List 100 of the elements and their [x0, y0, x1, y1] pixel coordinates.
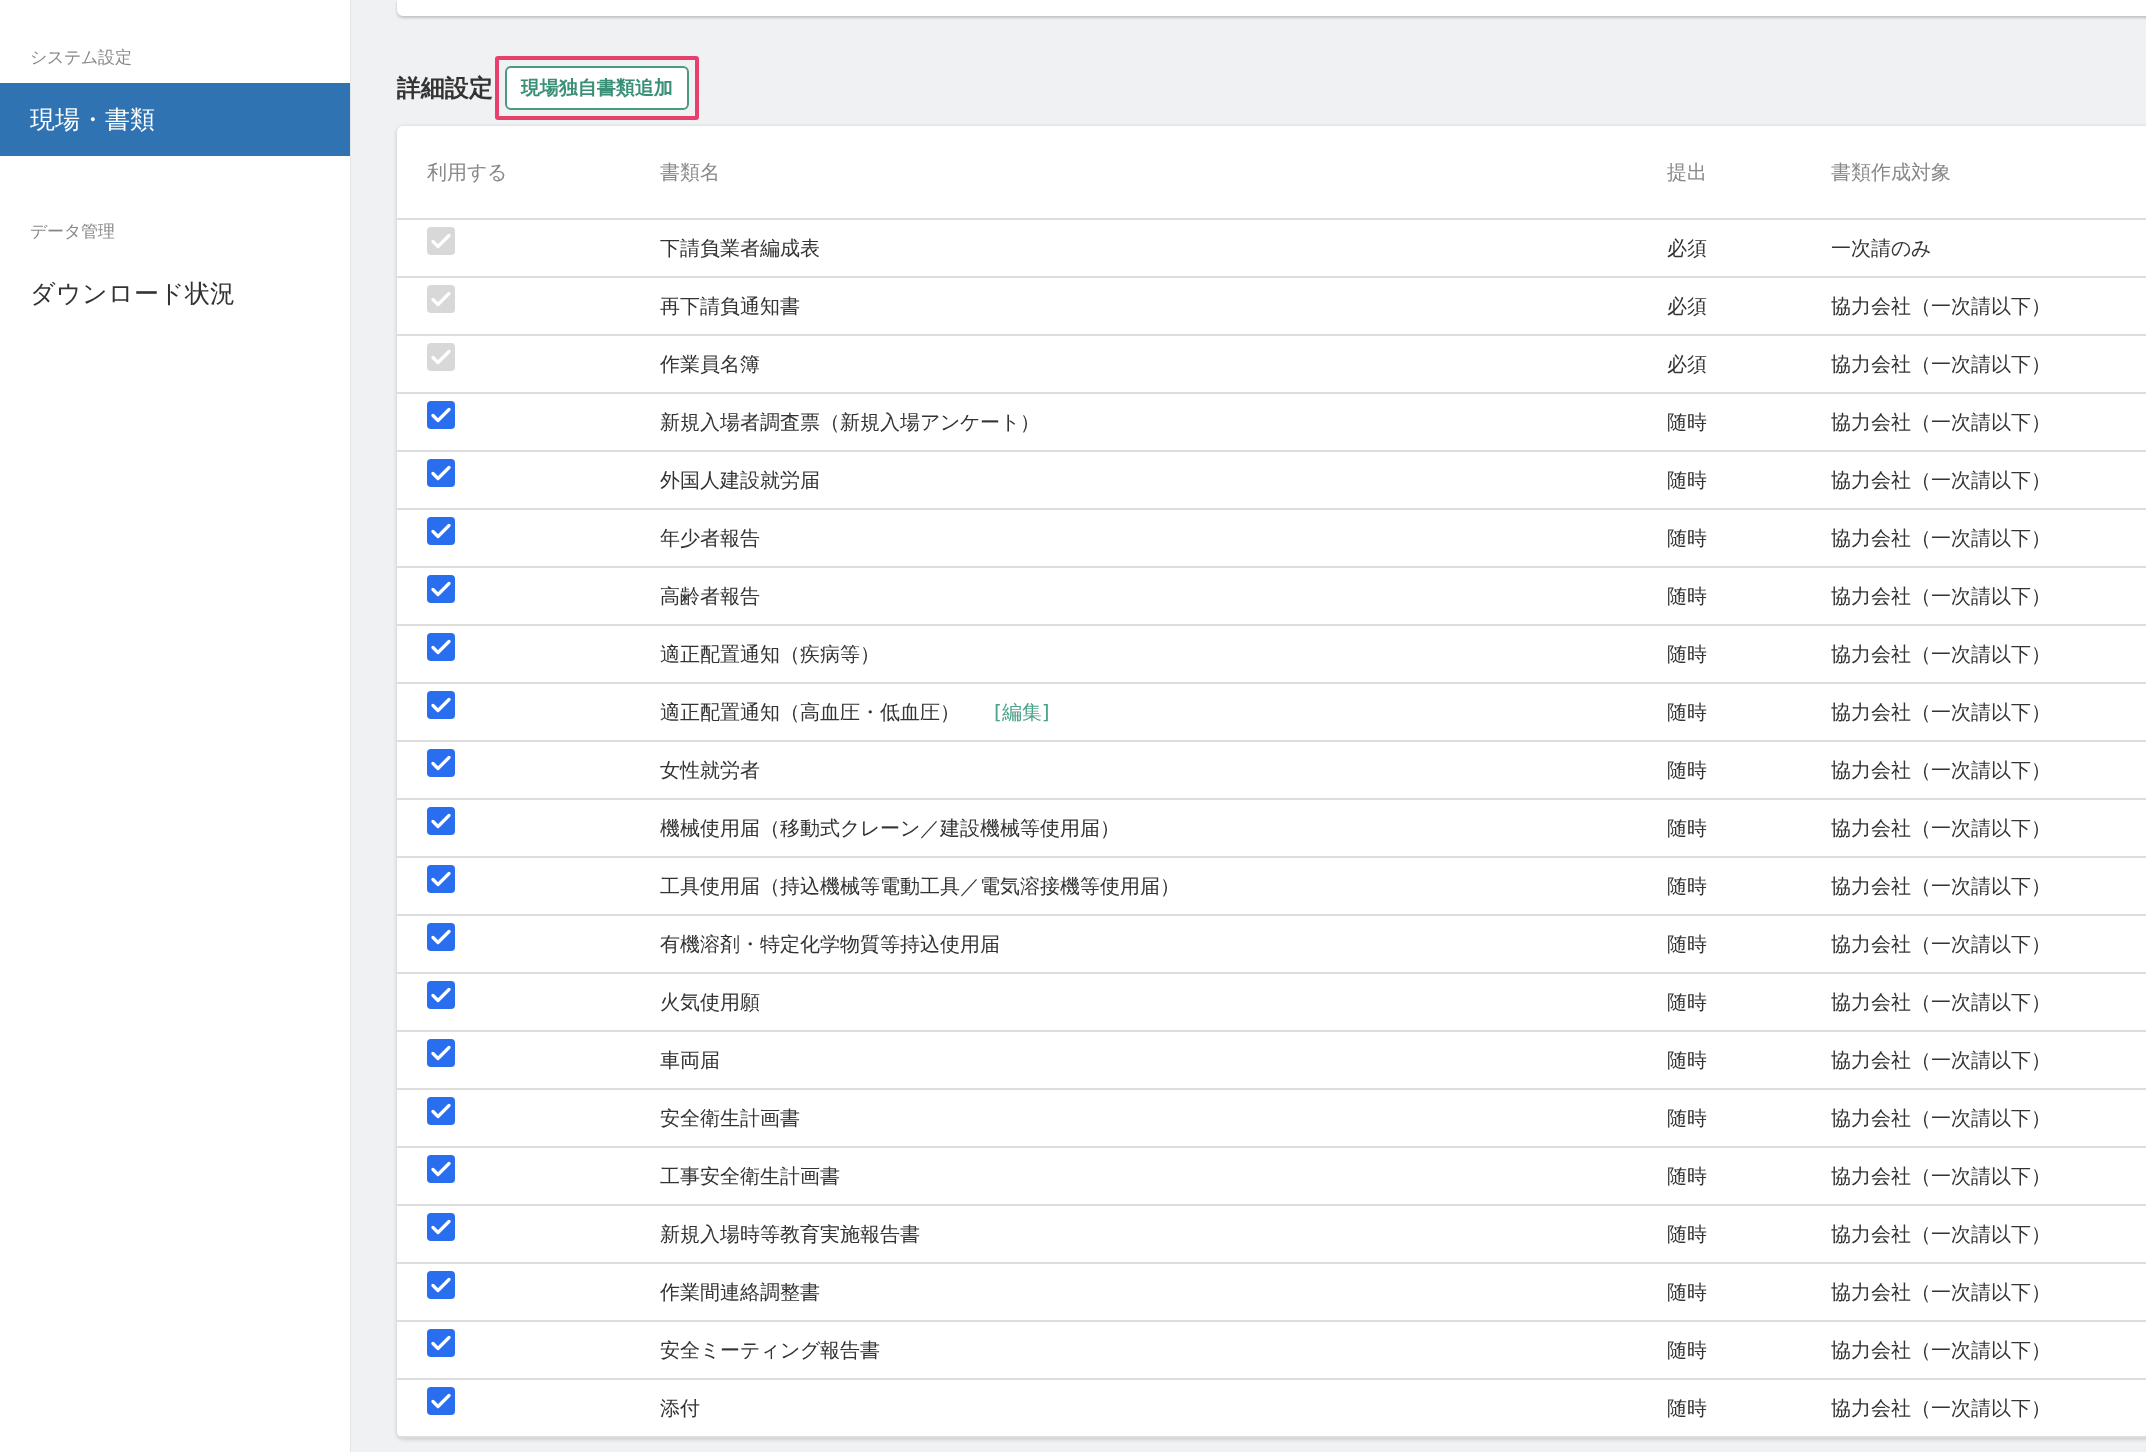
check-icon: [431, 581, 451, 597]
checkbox[interactable]: [427, 459, 455, 487]
checkbox[interactable]: [427, 517, 455, 545]
table-cell: 再下請負通知書: [660, 292, 800, 320]
check-icon: [431, 1161, 451, 1177]
checkbox[interactable]: [427, 1039, 455, 1067]
table-cell-text: 随時: [1667, 872, 1708, 900]
checkbox[interactable]: [427, 807, 455, 835]
table-cell-text: 随時: [1667, 1394, 1708, 1422]
check-icon: [431, 1393, 451, 1409]
table-cell: 車両届: [660, 1046, 720, 1074]
table-cell: 火気使用願: [660, 988, 760, 1016]
table-cell-text: 随時: [1667, 698, 1708, 726]
table-cell: 添付: [660, 1394, 700, 1422]
column-header: 書類名: [660, 158, 721, 186]
table-cell-text: 協力会社（一次請以下）: [1831, 408, 2052, 436]
column-header: 利用する: [427, 158, 508, 186]
table-cell-text: 必須: [1667, 234, 1708, 262]
table-cell-text: 随時: [1667, 1220, 1708, 1248]
table-cell-text: 協力会社（一次請以下）: [1831, 640, 2052, 668]
table-cell: 作業員名簿: [660, 350, 760, 378]
table-cell-text: 随時: [1667, 524, 1708, 552]
sidebar-item[interactable]: 現場・書類: [0, 83, 350, 156]
sidebar-item[interactable]: ダウンロード状況: [0, 257, 350, 330]
table-cell-text: 随時: [1667, 930, 1708, 958]
table-cell-text: 随時: [1667, 1162, 1708, 1190]
edit-link[interactable]: [編集]: [994, 698, 1050, 726]
table-cell-text: 協力会社（一次請以下）: [1831, 698, 2052, 726]
checkbox[interactable]: [427, 575, 455, 603]
table-cell-text: 協力会社（一次請以下）: [1831, 756, 2052, 784]
table-cell-text: 随時: [1667, 1046, 1708, 1074]
check-icon: [431, 813, 451, 829]
checkbox[interactable]: [427, 633, 455, 661]
table-cell-text: 一次請のみ: [1831, 234, 1932, 262]
check-icon: [431, 697, 451, 713]
table-cell-text: 協力会社（一次請以下）: [1831, 1104, 2052, 1132]
table-cell-text: 協力会社（一次請以下）: [1831, 466, 2052, 494]
table-cell-text: 協力会社（一次請以下）: [1831, 988, 2052, 1016]
table-cell: 新規入場時等教育実施報告書: [660, 1220, 920, 1248]
check-icon: [431, 1219, 451, 1235]
table-cell-text: 協力会社（一次請以下）: [1831, 1336, 2052, 1364]
check-icon: [431, 755, 451, 771]
check-icon: [431, 929, 451, 945]
checkbox[interactable]: [427, 981, 455, 1009]
checkbox[interactable]: [427, 1271, 455, 1299]
checkbox[interactable]: [427, 1387, 455, 1415]
table-cell-text: 随時: [1667, 582, 1708, 610]
table-cell-text: 随時: [1667, 756, 1708, 784]
check-icon: [431, 523, 451, 539]
table-cell-text: 必須: [1667, 292, 1708, 320]
table-cell: 適正配置通知（高血圧・低血圧）: [660, 698, 960, 726]
table-cell-text: 協力会社（一次請以下）: [1831, 814, 2052, 842]
column-header: 提出: [1667, 158, 1708, 186]
table-cell: 安全衛生計画書: [660, 1104, 800, 1132]
sidebar-heading: データ管理: [29, 220, 116, 243]
table-cell-text: 随時: [1667, 814, 1708, 842]
checkbox[interactable]: [427, 691, 455, 719]
checkbox[interactable]: [427, 1213, 455, 1241]
checkbox[interactable]: [427, 749, 455, 777]
check-icon: [431, 1103, 451, 1119]
check-icon: [431, 407, 451, 423]
table-cell-text: 随時: [1667, 1336, 1708, 1364]
table-cell: 安全ミーティング報告書: [660, 1336, 880, 1364]
checkbox[interactable]: [427, 865, 455, 893]
table-cell-text: 協力会社（一次請以下）: [1831, 930, 2052, 958]
check-icon: [431, 1045, 451, 1061]
check-icon: [431, 349, 451, 365]
checkbox[interactable]: [427, 401, 455, 429]
table-cell-text: 随時: [1667, 1104, 1708, 1132]
table-cell: 外国人建設就労届: [660, 466, 820, 494]
check-icon: [431, 987, 451, 1003]
table-cell: 有機溶剤・特定化学物質等持込使用届: [660, 930, 1000, 958]
check-icon: [431, 1277, 451, 1293]
table-cell-text: 随時: [1667, 988, 1708, 1016]
check-icon: [431, 465, 451, 481]
table-cell-text: 協力会社（一次請以下）: [1831, 1220, 2052, 1248]
check-icon: [431, 291, 451, 307]
table-cell-text: 協力会社（一次請以下）: [1831, 524, 2052, 552]
check-icon: [431, 871, 451, 887]
table-cell-text: 随時: [1667, 408, 1708, 436]
checkbox[interactable]: [427, 923, 455, 951]
checkbox[interactable]: [427, 1329, 455, 1357]
table-cell-text: 随時: [1667, 640, 1708, 668]
column-header: 書類作成対象: [1831, 158, 1952, 186]
table-cell: 新規入場者調査票（新規入場アンケート）: [660, 408, 1040, 436]
table-cell: 高齢者報告: [660, 582, 760, 610]
table-cell: 作業間連絡調整書: [660, 1278, 820, 1306]
table-cell-text: 協力会社（一次請以下）: [1831, 1394, 2052, 1422]
table-cell: 年少者報告: [660, 524, 760, 552]
table-cell-text: 協力会社（一次請以下）: [1831, 292, 2052, 320]
table-cell: 機械使用届（移動式クレーン／建設機械等使用届）: [660, 814, 1120, 842]
section-title: 詳細設定: [397, 73, 493, 104]
add-document-button[interactable]: 現場独自書類追加: [505, 66, 689, 110]
table-cell-text: 協力会社（一次請以下）: [1831, 1278, 2052, 1306]
table-cell-text: 協力会社（一次請以下）: [1831, 350, 2052, 378]
checkbox[interactable]: [427, 1155, 455, 1183]
sidebar-heading: システム設定: [29, 46, 133, 69]
table-cell: 適正配置通知（疾病等）: [660, 640, 880, 668]
checkbox[interactable]: [427, 1097, 455, 1125]
table-cell-text: 随時: [1667, 1278, 1708, 1306]
